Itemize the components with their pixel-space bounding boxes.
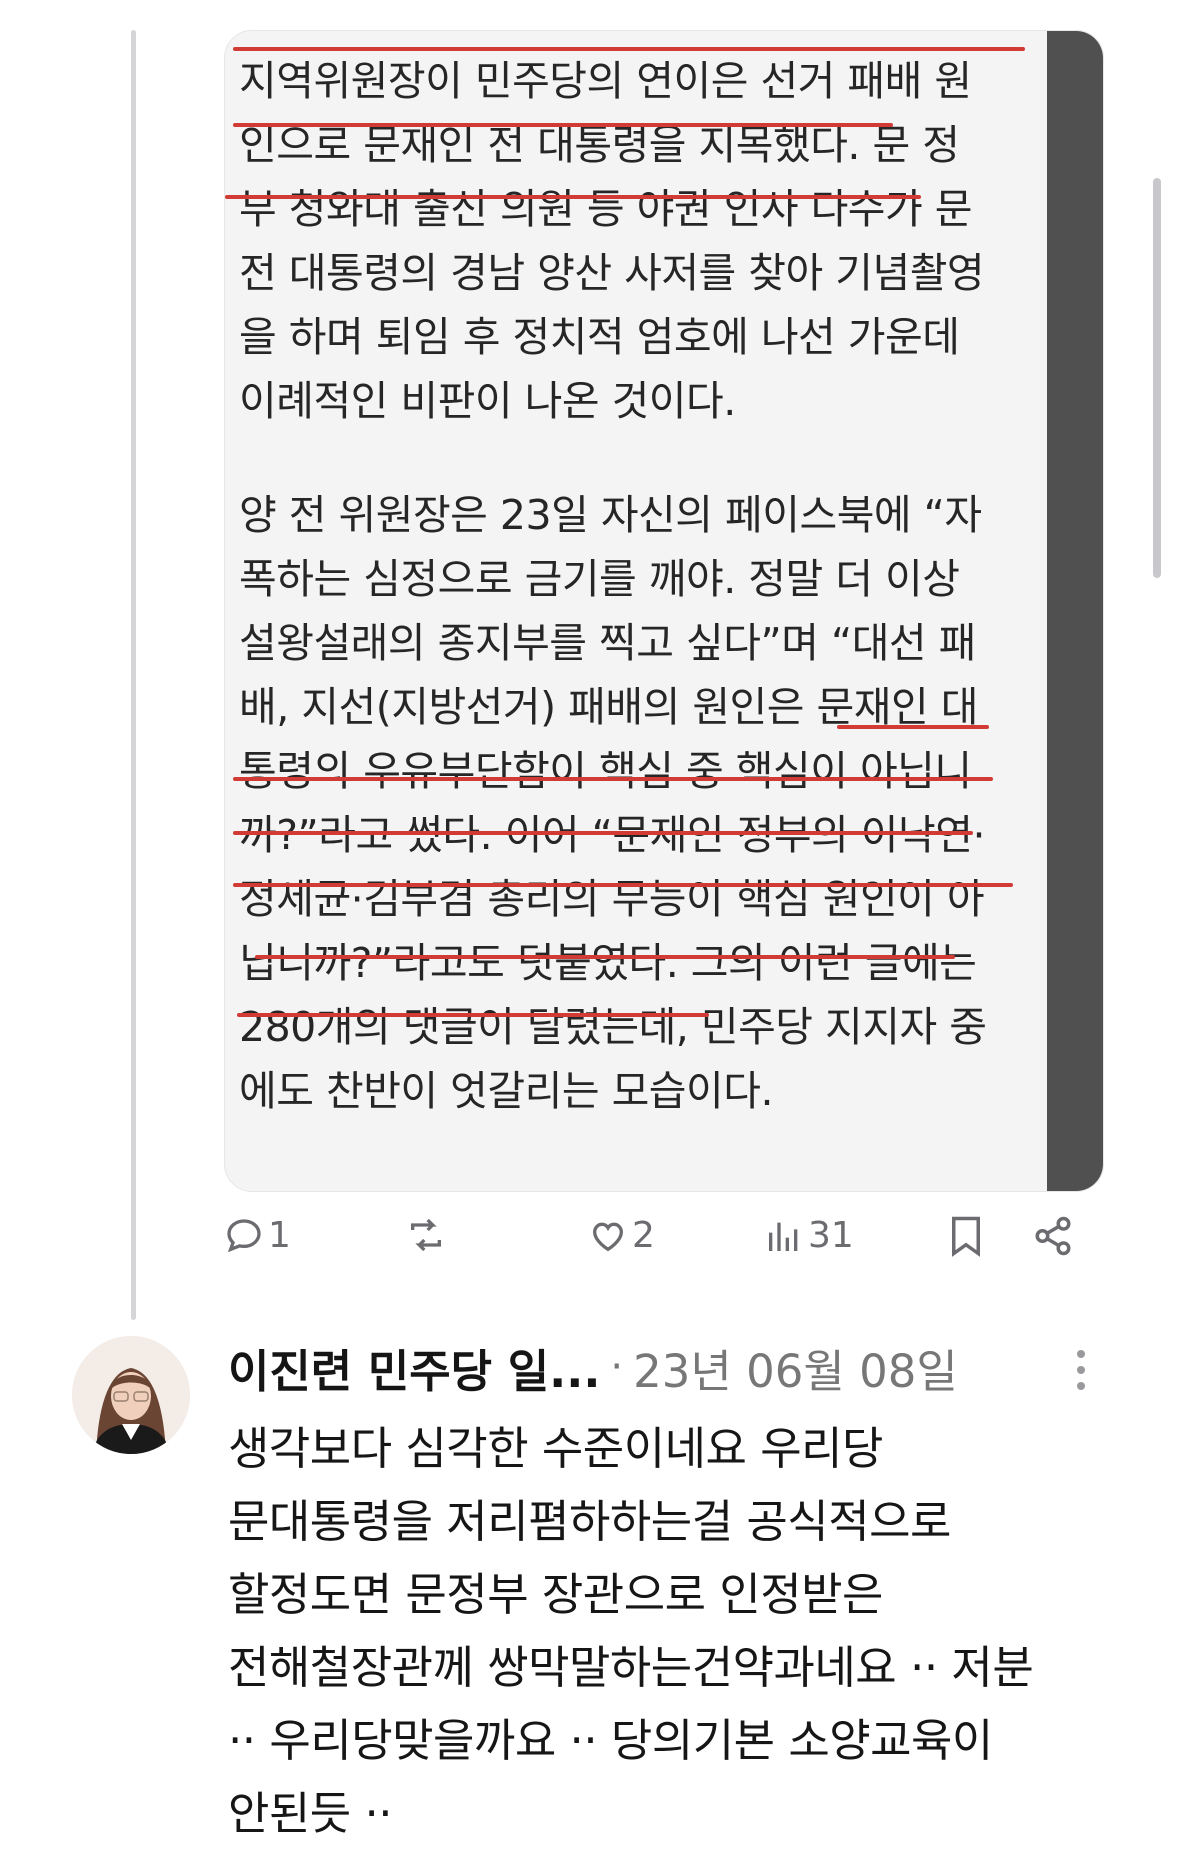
article-line: 닙니까?”라고도 덧붙였다. 그의 이런 글에는 — [239, 939, 977, 987]
thread-connector-line — [131, 30, 136, 1320]
article-line: 통령의 우유부단함이 핵심 중 핵심이 아닙니 — [239, 747, 972, 795]
red-underline — [225, 195, 921, 199]
share-icon — [1035, 1216, 1071, 1256]
article-line: 전 대통령의 경남 양산 사저를 찾아 기념촬영 — [239, 249, 985, 297]
red-underline — [233, 123, 893, 127]
article-line: 정세균·김부겸 총리의 무능이 핵심 원인이 아 — [239, 875, 985, 923]
post-action-bar: 1 2 31 — [0, 1215, 1179, 1285]
view-count: 31 — [808, 1215, 854, 1256]
card-scrollbar — [1047, 31, 1103, 1191]
article-line: 지역위원장이 민주당의 연이은 선거 패배 원 — [239, 57, 972, 105]
article-line: 까?”라고 썼다. 이어 “문재인 정부의 이낙연· — [239, 811, 986, 859]
speech-bubble-icon — [227, 1218, 261, 1252]
reply-line: 문대통령을 저리폄하하는걸 공식적으로 — [228, 1495, 951, 1548]
reply-line: 할정도면 문정부 장관으로 인정받은 — [228, 1568, 883, 1621]
bookmark-icon — [952, 1216, 980, 1257]
reply-line: 안된듯 ·· — [228, 1787, 393, 1840]
repost-arrows-icon — [411, 1218, 441, 1252]
like-action[interactable]: 2 — [588, 1215, 655, 1256]
bar-chart-icon — [769, 1222, 798, 1251]
red-underline — [233, 777, 993, 781]
reply-line: ·· 우리당맞을까요 ·· 당의기본 소양교육이 — [228, 1714, 993, 1767]
article-line: 280개의 댓글이 달렸는데, 민주당 지지자 중 — [239, 1003, 987, 1051]
repost-action[interactable] — [404, 1215, 448, 1255]
reply-action[interactable]: 1 — [224, 1215, 291, 1256]
article-line: 양 전 위원장은 23일 자신의 페이스북에 “자 — [239, 491, 982, 539]
profile-photo-icon — [72, 1336, 190, 1454]
article-line: 폭하는 심정으로 금기를 깨야. 정말 더 이상 — [239, 555, 960, 603]
avatar[interactable] — [72, 1336, 190, 1454]
article-line: 이례적인 비판이 나온 것이다. — [239, 377, 736, 425]
article-line: 배, 지선(지방선거) 패배의 원인은 문재인 대 — [239, 683, 978, 731]
red-underline — [237, 1013, 709, 1017]
reply-text: 생각보다 심각한 수준이네요 우리당 문대통령을 저리폄하하는걸 공식적으로 할… — [228, 1412, 1128, 1850]
reply-header: 이진련 민주당 일... · 23년 06월 08일 — [228, 1332, 958, 1402]
page-scrollbar[interactable] — [1153, 178, 1161, 578]
red-underline — [233, 47, 1025, 51]
article-line: 에도 찬반이 엇갈리는 모습이다. — [239, 1067, 774, 1115]
header-separator: · — [610, 1344, 624, 1390]
bookmark-action[interactable] — [948, 1215, 984, 1257]
reply-line: 전해철장관께 쌍막말하는건약과네요 ·· 저분 — [228, 1641, 1034, 1694]
post-date[interactable]: 23년 06월 08일 — [633, 1335, 958, 1400]
red-underline — [837, 725, 989, 729]
share-action[interactable] — [1032, 1215, 1074, 1257]
views-action[interactable]: 31 — [764, 1215, 854, 1256]
reply-line: 생각보다 심각한 수준이네요 우리당 — [228, 1422, 883, 1475]
red-underline — [255, 955, 955, 959]
article-line-blank — [239, 433, 1033, 483]
article-line: 부 청와대 출신 의원 등 야권 인사 다수가 문 — [239, 185, 973, 233]
article-text: 지역위원장이 민주당의 연이은 선거 패배 원 인으로 문재인 전 대통령을 지… — [239, 49, 1033, 1123]
red-underline — [233, 883, 1013, 887]
article-line: 설왕설래의 종지부를 찍고 싶다”며 “대선 패 — [239, 619, 976, 667]
like-count: 2 — [632, 1215, 655, 1256]
article-line: 을 하며 퇴임 후 정치적 엄호에 나선 가운데 — [239, 313, 960, 361]
vertical-ellipsis-icon[interactable] — [1075, 1346, 1087, 1394]
red-underline — [233, 831, 973, 835]
author-name[interactable]: 이진련 민주당 일... — [228, 1335, 600, 1400]
heart-icon — [592, 1222, 624, 1251]
reply-count: 1 — [268, 1215, 291, 1256]
article-image-card[interactable]: 지역위원장이 민주당의 연이은 선거 패배 원 인으로 문재인 전 대통령을 지… — [224, 30, 1104, 1192]
